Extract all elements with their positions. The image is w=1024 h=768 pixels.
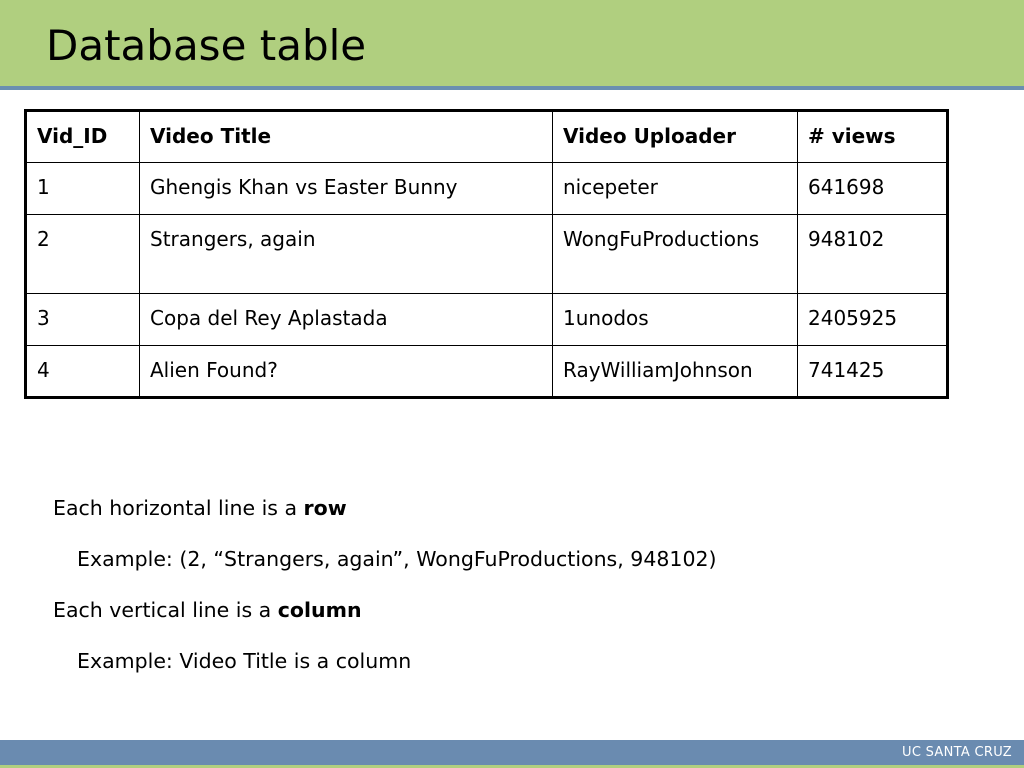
table-row: 3 Copa del Rey Aplastada 1unodos 2405925 <box>25 293 948 346</box>
cell-views: 741425 <box>797 345 948 398</box>
table-header-row: Vid_ID Video Title Video Uploader # view… <box>25 110 948 163</box>
note-column-prefix: Each vertical line is a <box>53 598 278 622</box>
note-column-term: column <box>277 598 362 622</box>
header-video-title: Video Title <box>139 110 553 163</box>
cell-video-title: Ghengis Khan vs Easter Bunny <box>139 162 553 215</box>
cell-vid-id: 3 <box>25 293 140 346</box>
note-row-definition: Each horizontal line is a row <box>53 491 993 542</box>
table-row: 4 Alien Found? RayWilliamJohnson 741425 <box>25 345 948 398</box>
cell-vid-id: 4 <box>25 345 140 398</box>
cell-video-uploader: 1unodos <box>552 293 798 346</box>
note-row-example: Example: (2, “Strangers, again”, WongFuP… <box>77 547 717 571</box>
cell-video-uploader: RayWilliamJohnson <box>552 345 798 398</box>
cell-video-title: Copa del Rey Aplastada <box>139 293 553 346</box>
slide: Database table Vid_ID Video Title Video … <box>0 0 1024 768</box>
header-video-uploader: Video Uploader <box>552 110 798 163</box>
title-divider <box>0 86 1024 90</box>
slide-title: Database table <box>46 21 367 70</box>
cell-vid-id: 2 <box>25 214 140 294</box>
cell-video-uploader: WongFuProductions <box>552 214 798 294</box>
note-row-term: row <box>303 496 347 520</box>
cell-views: 948102 <box>797 214 948 294</box>
header-views: # views <box>797 110 948 163</box>
notes-list: Each horizontal line is a row Example: (… <box>53 491 993 695</box>
table-row: 2 Strangers, again WongFuProductions 948… <box>25 214 948 294</box>
note-column-example: Example: Video Title is a column <box>77 649 412 673</box>
table-row: 1 Ghengis Khan vs Easter Bunny nicepeter… <box>25 162 948 215</box>
cell-vid-id: 1 <box>25 162 140 215</box>
note-row-prefix: Each horizontal line is a <box>53 496 304 520</box>
cell-video-title: Strangers, again <box>139 214 553 294</box>
cell-video-uploader: nicepeter <box>552 162 798 215</box>
header-vid-id: Vid_ID <box>25 110 140 163</box>
note-column-definition: Each vertical line is a column <box>53 593 993 644</box>
cell-views: 641698 <box>797 162 948 215</box>
cell-video-title: Alien Found? <box>139 345 553 398</box>
footer-bar <box>0 740 1024 765</box>
cell-views: 2405925 <box>797 293 948 346</box>
footer-institution: UC SANTA CRUZ <box>902 745 1012 760</box>
database-table: Vid_ID Video Title Video Uploader # view… <box>24 109 949 399</box>
